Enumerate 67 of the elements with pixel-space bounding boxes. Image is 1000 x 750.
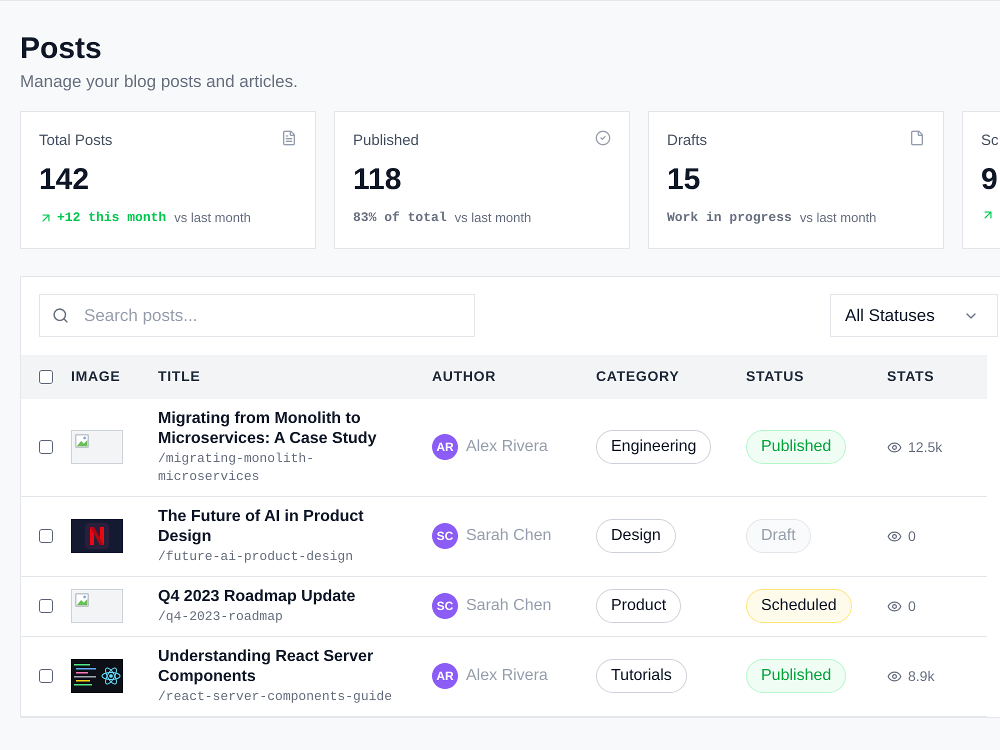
post-slug: /future-ai-product-design [158, 548, 354, 566]
post-title[interactable]: Q4 2023 Roadmap Update [158, 586, 416, 606]
stat-comparison: vs last month [174, 209, 251, 227]
broken-image-icon [71, 589, 123, 623]
category-tag: Engineering [596, 430, 712, 464]
page-title: Posts [20, 31, 103, 67]
column-header: STATUS [746, 368, 804, 384]
stat-value: 9 [981, 162, 999, 198]
view-count: 12.5k [908, 438, 942, 456]
author-name: Alex Rivera [466, 666, 548, 686]
file-icon [909, 130, 925, 146]
status-badge: Scheduled [746, 589, 852, 623]
category-tag: Tutorials [596, 659, 687, 693]
stat-comparison: vs last month [454, 209, 532, 227]
column-header: STATS [887, 368, 934, 384]
status-badge: Published [746, 430, 846, 464]
view-count: 8.9k [908, 666, 934, 686]
stat-comparison: vs last month [800, 209, 876, 227]
view-count: 0 [908, 596, 916, 616]
check-circle-icon [595, 130, 611, 146]
author-name: Alex Rivera [466, 437, 548, 457]
post-title[interactable]: Understanding React Server Components [158, 646, 416, 686]
document-icon [281, 130, 297, 146]
column-header: TITLE [158, 368, 200, 384]
checkbox[interactable] [39, 370, 53, 384]
author-avatar: AR [432, 434, 458, 460]
stat-label: Drafts [667, 130, 708, 150]
stat-value: 15 [667, 162, 702, 198]
eye-icon [887, 598, 902, 614]
view-count: 0 [908, 526, 916, 546]
author-name: Sarah Chen [466, 526, 552, 546]
author-avatar: SC [432, 523, 458, 549]
page-subtitle: Manage your blog posts and articles. [20, 71, 299, 93]
stat-label: Sc [981, 130, 999, 150]
checkbox[interactable] [39, 669, 53, 683]
column-header: CATEGORY [596, 368, 680, 384]
eye-icon [887, 528, 902, 544]
column-header: IMAGE [71, 368, 120, 384]
status-badge: Draft [746, 519, 811, 553]
post-title[interactable]: Migrating from Monolith to Microservices: A Case Study [158, 408, 416, 448]
checkbox[interactable] [39, 440, 53, 454]
broken-image-icon [71, 430, 123, 464]
column-header: AUTHOR [432, 368, 496, 384]
eye-icon [887, 668, 902, 684]
status-badge: Published [746, 659, 846, 693]
stat-note: 83% of total [353, 209, 447, 227]
category-tag: Product [596, 589, 682, 623]
stat-note: Work in progress [667, 209, 792, 227]
author-avatar: SC [432, 593, 458, 619]
post-slug: /migrating-monolith-microservices [158, 450, 316, 486]
checkbox[interactable] [39, 529, 53, 543]
checkbox[interactable] [39, 599, 53, 613]
stat-value: 118 [353, 162, 402, 198]
stat-label: Total Posts [39, 130, 112, 150]
search-field[interactable]: Search posts... [39, 294, 475, 337]
search-icon [52, 307, 69, 324]
status-filter[interactable]: All Statuses [830, 294, 998, 337]
category-tag: Design [596, 519, 676, 553]
author-avatar: AR [432, 663, 458, 689]
stat-label: Published [353, 130, 419, 150]
post-title[interactable]: The Future of AI in Product Design [158, 506, 416, 546]
eye-icon [887, 440, 902, 454]
post-slug: /react-server-components-guide [158, 688, 394, 706]
stat-value: 142 [39, 162, 90, 198]
post-slug: /q4-2023-roadmap [158, 608, 284, 626]
author-name: Sarah Chen [466, 596, 552, 616]
stat-note: +12 this month [57, 209, 166, 227]
